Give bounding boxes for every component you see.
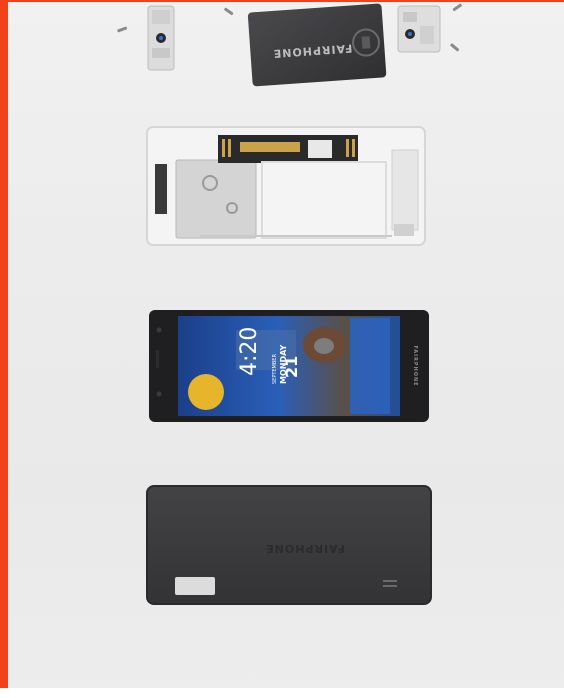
display-module: 4:20 MONDAY 21 SEPTEMBER FAIRPHONE (149, 310, 429, 422)
camera-module-left (147, 5, 175, 71)
back-cover: FAIRPHONE (146, 485, 432, 605)
camera-module-right (397, 5, 441, 53)
display-brand-label: FAIRPHONE (412, 345, 418, 386)
lockscreen-day: 21 (282, 356, 301, 378)
bottom-edge (0, 688, 564, 698)
lockscreen-month: SEPTEMBER (272, 354, 278, 384)
chassis-frame (146, 126, 426, 246)
top-parts-row: FAIRPHONE (117, 3, 462, 87)
lockscreen-time: 4:20 (237, 327, 262, 376)
battery: FAIRPHONE (247, 3, 387, 87)
back-cover-brand-label: FAIRPHONE (265, 542, 345, 555)
exploded-phone-illustration: FAIRPHONE 4:20 MONDAY 21 SEPTEMBER FAIRP… (117, 3, 462, 605)
